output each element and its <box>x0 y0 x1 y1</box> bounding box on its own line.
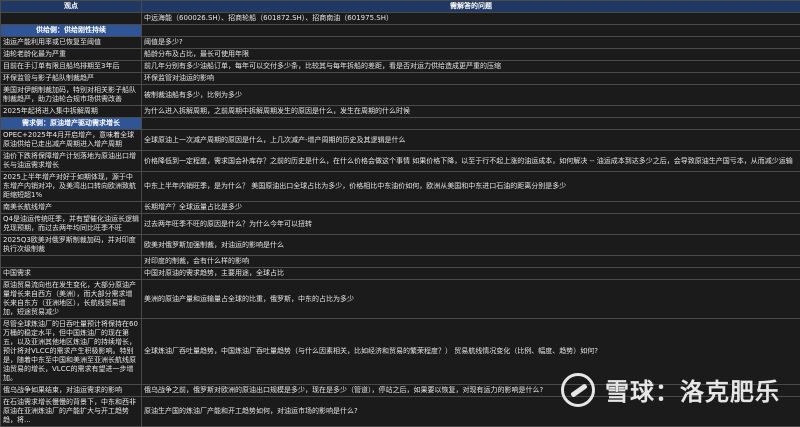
analysis-table: 观点 需解答的问题 中远海能（600026.SH）、招商轮船（601872.SH… <box>0 0 800 427</box>
viewpoint-cell[interactable]: 油价下跌将保障增产计划落地为原油出口增长与油运需求增长 <box>1 151 142 172</box>
table-body: 中远海能（600026.SH）、招商轮船（601872.SH）、招商南油（601… <box>1 13 800 427</box>
viewpoint-cell[interactable]: 环保监管与影子船队制裁趋严 <box>1 73 142 85</box>
table-row: 南美长航线增产长期增产？全球运量占比是多少 <box>1 202 800 214</box>
table-row: 油运产能利用率或已恢复至阈值阈值是多少? <box>1 37 800 49</box>
question-cell[interactable]: 被制裁油船有多少，比例为多少 <box>142 85 800 106</box>
table-row: 美国对伊朗制裁加码，特别对相关影子船队制裁趋严，助力油轮合规市场供需改善被制裁油… <box>1 85 800 106</box>
viewpoint-cell[interactable]: 油轮老龄化最为严重 <box>1 49 142 61</box>
question-cell[interactable]: 为什么进入拆解周期，之前周期中拆解周期发生的原因是什么，发生在周期的什么时候 <box>142 106 800 118</box>
viewpoint-cell[interactable]: 美国对伊朗制裁加码，特别对相关影子船队制裁趋严，助力油轮合规市场供需改善 <box>1 85 142 106</box>
table-row: 2025年起将进入集中拆解周期为什么进入拆解周期，之前周期中拆解周期发生的原因是… <box>1 106 800 118</box>
viewpoint-cell[interactable]: 油运产能利用率或已恢复至阈值 <box>1 37 142 49</box>
viewpoint-cell[interactable]: OPEC+2025年4月开启增产，意味着全球原油供给已走出减产周期进入增产周期 <box>1 130 142 151</box>
question-cell[interactable]: 中东上半年内销旺季，是为什么？ 美国原油出口全球占比为多少，价格相比中东油价如何… <box>142 172 800 202</box>
viewpoint-cell[interactable]: 2025上半年增产对好于如期体现，源于中东增产内销对冲，及美湾出口转向欧洲致航距… <box>1 172 142 202</box>
viewpoint-cell[interactable]: 原油贸易流向也在发生变化，大部分原油产量增长来自西方（美洲），而大部分需求增长来… <box>1 280 142 319</box>
table-row: 油价下跌将保障增产计划落地为原油出口增长与油运需求增长价格降低到一定程度，需求国… <box>1 151 800 172</box>
section-title-cell[interactable]: 供给侧：供给刚性持续 <box>1 25 142 37</box>
xueqiu-watermark: 雪球：洛克肥乐 <box>561 372 780 407</box>
section-title: 供给侧：供给刚性持续 <box>33 26 109 34</box>
section-row: 需求侧：原油增产驱动需求增长 <box>1 118 800 130</box>
viewpoint-cell[interactable]: 2025年起将进入集中拆解周期 <box>1 106 142 118</box>
viewpoint-cell[interactable]: 中国需求 <box>1 268 142 280</box>
table-row: 环保监管与影子船队制裁趋严环保监管对油运的影响 <box>1 73 800 85</box>
table-row: OPEC+2025年4月开启增产，意味着全球原油供给已走出减产周期进入增产周期全… <box>1 130 800 151</box>
section-title-cell[interactable]: 需求侧：原油增产驱动需求增长 <box>1 118 142 130</box>
question-cell[interactable]: 欧美对俄罗斯加强制裁，对油运的影响是什么 <box>142 235 800 256</box>
header-viewpoint[interactable]: 观点 <box>1 1 142 13</box>
header-row: 观点 需解答的问题 <box>1 1 800 13</box>
question-cell[interactable]: 对印度的制裁，会有什么样的影响 <box>142 256 800 268</box>
table-row: 目前在手订单有限且船坞排期至3年后前几年分别有多少油船订单，每年可以交付多少条，… <box>1 61 800 73</box>
viewpoint-cell[interactable]: 目前在手订单有限且船坞排期至3年后 <box>1 61 142 73</box>
table-row: Q4是油运传统旺季，并有望催化油运长逻辑兑现预期，而过去两年均同比旺季不旺过去两… <box>1 214 800 235</box>
question-cell[interactable]: 过去两年旺季不旺的原因是什么？为什么今年可以扭转 <box>142 214 800 235</box>
section-blank-cell[interactable] <box>142 25 800 37</box>
question-cell[interactable]: 美洲的原油产量和运输量占全球的比重，俄罗斯，中东的占比为多少 <box>142 280 800 319</box>
viewpoint-cell[interactable]: Q4是油运传统旺季，并有望催化油运长逻辑兑现预期，而过去两年均同比旺季不旺 <box>1 214 142 235</box>
viewpoint-cell[interactable]: 南美长航线增产 <box>1 202 142 214</box>
viewpoint-cell[interactable] <box>1 13 142 25</box>
question-cell[interactable]: 全球原油上一次减产周期的原因是什么，上几次减产-增产周期的历史及其逻辑是什么 <box>142 130 800 151</box>
viewpoint-cell[interactable]: 俄乌战争如果结束，对油运需求的影响 <box>1 385 142 397</box>
table-row: 油轮老龄化最为严重船龄分布及占比，最长可使用年限 <box>1 49 800 61</box>
question-cell[interactable]: 船龄分布及占比，最长可使用年限 <box>142 49 800 61</box>
viewpoint-cell[interactable]: 尽管全球炼油厂的日吞吐量预计将保持在60万桶的稳定水平，但中国炼油厂的现在第五，… <box>1 319 142 385</box>
section-blank-cell[interactable] <box>142 118 800 130</box>
viewpoint-cell[interactable]: 在石油需求增长慢慢的背景下，中东和西非原油在亚洲炼油厂的产能扩大与开工趋势趋，将… <box>1 397 142 427</box>
viewpoint-cell[interactable] <box>1 256 142 268</box>
question-cell[interactable]: 前几年分别有多少油船订单，每年可以交付多少条，比较其与每年拆船的差距，看是否对运… <box>142 61 800 73</box>
question-cell[interactable]: 中国对原油的需求趋势，主要用途，全球占比 <box>142 268 800 280</box>
viewpoint-cell[interactable]: 2025Q3欧美对俄罗斯制裁加码，并对印度执行次级制裁 <box>1 235 142 256</box>
xueqiu-logo-icon <box>561 373 595 407</box>
section-title: 需求侧：原油增产驱动需求增长 <box>19 119 123 127</box>
table-row: 中远海能（600026.SH）、招商轮船（601872.SH）、招商南油（601… <box>1 13 800 25</box>
table-row: 原油贸易流向也在发生变化，大部分原油产量增长来自西方（美洲），而大部分需求增长来… <box>1 280 800 319</box>
table-row: 2025Q3欧美对俄罗斯制裁加码，并对印度执行次级制裁欧美对俄罗斯加强制裁，对油… <box>1 235 800 256</box>
watermark-text: 雪球：洛克肥乐 <box>605 372 780 407</box>
section-row: 供给侧：供给刚性持续 <box>1 25 800 37</box>
question-cell[interactable]: 阈值是多少? <box>142 37 800 49</box>
header-questions[interactable]: 需解答的问题 <box>142 1 800 13</box>
table-row: 中国需求中国对原油的需求趋势，主要用途，全球占比 <box>1 268 800 280</box>
question-cell[interactable]: 环保监管对油运的影响 <box>142 73 800 85</box>
question-cell[interactable]: 价格降低到一定程度，需求国会补库存？之前的历史是什么，在什么价格会做这个事情 如… <box>142 151 800 172</box>
table-row: 对印度的制裁，会有什么样的影响 <box>1 256 800 268</box>
table-row: 2025上半年增产对好于如期体现，源于中东增产内销对冲，及美湾出口转向欧洲致航距… <box>1 172 800 202</box>
question-cell[interactable]: 中远海能（600026.SH）、招商轮船（601872.SH）、招商南油（601… <box>142 13 800 25</box>
question-cell[interactable]: 长期增产？全球运量占比是多少 <box>142 202 800 214</box>
spreadsheet: 观点 需解答的问题 中远海能（600026.SH）、招商轮船（601872.SH… <box>0 0 800 415</box>
